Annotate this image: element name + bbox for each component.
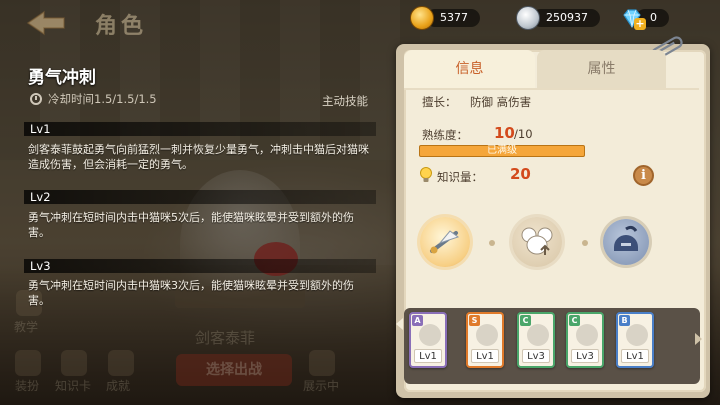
card-art [527,324,549,346]
card-grade: C [569,315,580,326]
card-art [576,324,598,346]
mastery-label: 熟练度： [422,128,468,142]
card-art [419,324,441,346]
card-level: Lv3 [571,349,599,363]
tab-divider [404,88,699,90]
clock-icon [30,93,42,105]
knowledge-card[interactable]: S Lv1 [466,312,504,368]
silver-coin-icon [516,6,540,30]
skill-slot-ultimate[interactable] [603,219,649,265]
tray-left-arrow-icon[interactable] [396,318,403,330]
card-level: Lv1 [471,349,499,363]
gold-amount: 5377 [426,9,480,27]
knowledge-card[interactable]: C Lv3 [566,312,604,368]
level-header-2: Lv2 [24,190,376,204]
skill-slot-dash[interactable] [420,217,470,267]
card-level: Lv3 [522,349,550,363]
card-grade: A [412,315,423,326]
mastery-max: /10 [514,127,533,141]
card-art [626,324,648,346]
diamond-icon: + [620,6,646,30]
tab-info[interactable]: 信息 [404,50,535,88]
skill-connector-dot-2 [582,240,588,246]
mastery-value: 10 [494,124,515,142]
gold-coin-icon [410,6,434,30]
knowledge-label: 知识量： [437,170,483,184]
diamond-currency[interactable]: + 0 [620,6,669,30]
level-desc-1: 剑客泰菲鼓起勇气向前猛烈一刺并恢复少量勇气，冲刺击中猫后对猫咪造成伤害，但会消耗… [28,143,369,171]
specialty-label: 擅长： [422,95,457,109]
card-level: Lv1 [621,349,649,363]
lightbulb-icon [420,167,432,182]
sword-dash-icon [430,230,460,254]
back-arrow-icon [26,10,65,36]
skill-slot-passive[interactable] [512,217,562,267]
knowledge-value: 20 [510,165,531,183]
level-desc-3: 勇气冲刺在短时间内击中猫咪3次后，能使猫咪眩晕并受到额外的伤害。 [28,279,354,307]
level-header-3: Lv3 [24,259,376,273]
skill-type: 主动技能 [322,94,368,108]
card-art [476,324,498,346]
skill-connector-dot [489,240,495,246]
back-button[interactable] [26,10,68,36]
page-title: 角色 [95,14,148,39]
skill-name: 勇气冲刺 [28,68,96,88]
gold-currency: 5377 [410,6,480,30]
card-grade: B [619,315,630,326]
info-icon[interactable]: i [633,165,654,186]
tray-right-arrow-icon[interactable] [695,333,702,345]
card-grade: S [469,315,480,326]
knowledge-card[interactable]: C Lv3 [517,312,555,368]
cooldown-row: 冷却时间1.5/1.5/1.5 [30,91,157,107]
silver-amount: 250937 [532,9,600,27]
mouse-upgrade-icon [521,227,553,255]
add-diamond-icon[interactable]: + [634,18,646,30]
card-level: Lv1 [414,349,442,363]
tab-attributes[interactable]: 属性 [537,50,666,88]
level-desc-2: 勇气冲刺在短时间内击中猫咪5次后，能使猫咪眩晕并受到额外的伤害。 [28,211,354,239]
knowledge-card[interactable]: A Lv1 [409,312,447,368]
mastery-progress-bar: 已满级 [419,145,585,157]
level-header-1: Lv1 [24,122,376,136]
cooldown-text: 冷却时间1.5/1.5/1.5 [48,92,157,106]
card-grade: C [520,315,531,326]
knowledge-card[interactable]: B Lv1 [616,312,654,368]
specialty-values: 防御 高伤害 [470,95,532,109]
silver-currency: 250937 [516,6,600,30]
helmet-icon [614,225,638,251]
